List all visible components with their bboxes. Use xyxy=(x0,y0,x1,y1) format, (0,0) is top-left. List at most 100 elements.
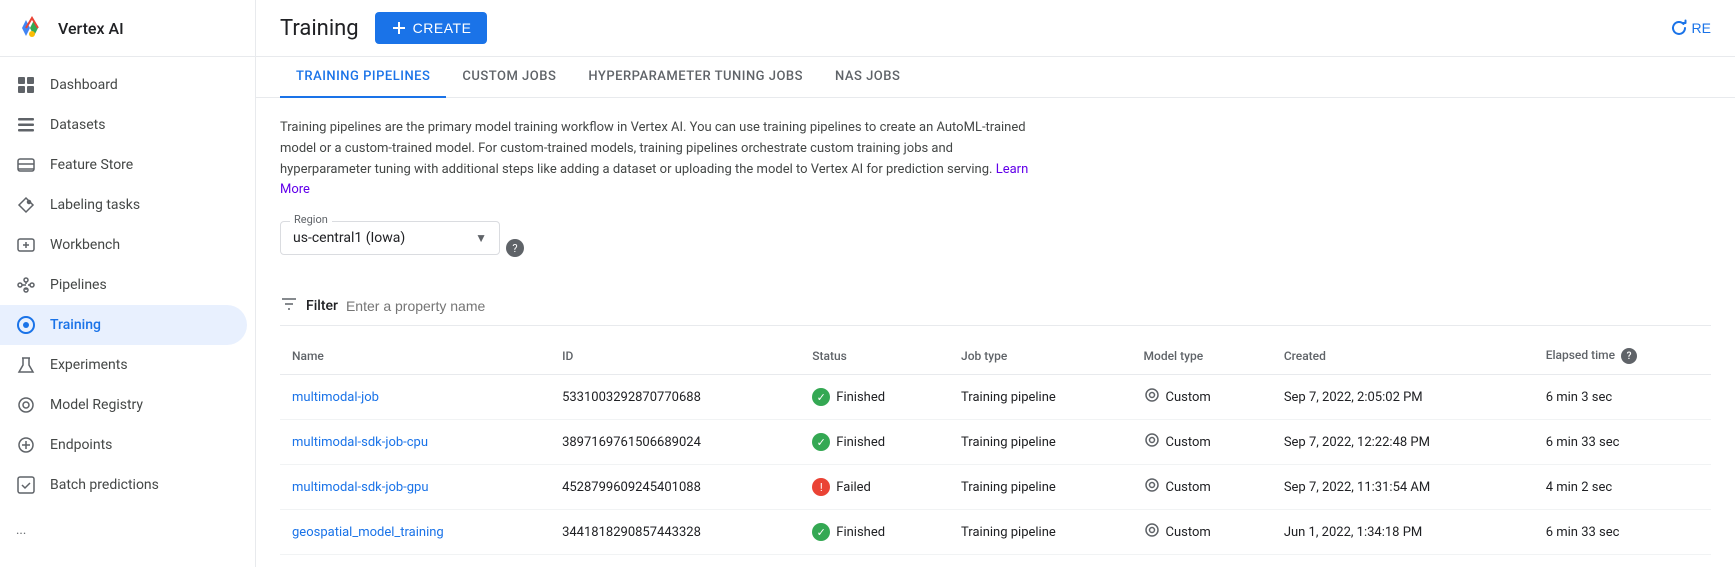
sidebar-item-label: Workbench xyxy=(50,237,120,253)
filter-label: Filter xyxy=(306,298,338,314)
table-row: multimodal-sdk-job-cpu 38971697615066890… xyxy=(280,420,1711,465)
datasets-icon xyxy=(16,115,36,135)
sidebar-item-label: Labeling tasks xyxy=(50,197,140,213)
cell-elapsed-time: 4 min 2 sec xyxy=(1534,465,1711,510)
filter-icon xyxy=(280,295,298,317)
elapsed-time-help-icon[interactable]: ? xyxy=(1621,348,1637,364)
region-selector[interactable]: Region us-central1 (Iowa) ▼ xyxy=(280,221,500,255)
cell-name: multimodal-sdk-job-cpu xyxy=(280,420,550,465)
model-type-label: Custom xyxy=(1166,480,1211,495)
cell-id: 5331003292870770688 xyxy=(550,375,800,420)
training-icon xyxy=(16,315,36,335)
col-id: ID xyxy=(550,338,800,375)
sidebar-item-endpoints[interactable]: Endpoints xyxy=(0,425,247,465)
cell-id: 4528799609245401088 xyxy=(550,465,800,510)
cell-status: ✓ Finished xyxy=(800,375,949,420)
region-select[interactable]: us-central1 (Iowa) ▼ xyxy=(280,221,500,255)
cell-name: climate_script_colab xyxy=(280,555,550,567)
training-table: Name ID Status Job type Model type Creat… xyxy=(280,338,1711,567)
sidebar-item-feature-store[interactable]: Feature Store xyxy=(0,145,247,185)
sidebar-item-workbench[interactable]: Workbench xyxy=(0,225,247,265)
table-row: geospatial_model_training 34418182908574… xyxy=(280,510,1711,555)
region-help-icon[interactable]: ? xyxy=(506,239,524,257)
refresh-button[interactable]: RE xyxy=(1670,19,1711,37)
table-row: multimodal-sdk-job-gpu 45287996092454010… xyxy=(280,465,1711,510)
sidebar-item-pipelines[interactable]: Pipelines xyxy=(0,265,247,305)
status-icon: ! xyxy=(812,478,830,496)
model-type-label: Custom xyxy=(1166,435,1211,450)
sidebar-item-label: Dashboard xyxy=(50,77,118,93)
experiments-icon xyxy=(16,355,36,375)
sidebar-item-label: Model Registry xyxy=(50,397,143,413)
sidebar-item-experiments[interactable]: Experiments xyxy=(0,345,247,385)
status-text: Finished xyxy=(836,435,885,450)
cell-job-type: Training pipeline xyxy=(949,510,1132,555)
vertex-ai-logo xyxy=(16,12,48,44)
tab-training-pipelines[interactable]: TRAINING PIPELINES xyxy=(280,57,446,98)
cell-name: multimodal-sdk-job-gpu xyxy=(280,465,550,510)
filter-row: Filter xyxy=(280,295,1711,326)
create-button[interactable]: CREATE xyxy=(375,12,488,44)
sidebar-item-label: Batch predictions xyxy=(50,477,159,493)
region-label: Region xyxy=(290,213,332,226)
cell-created: Sep 7, 2022, 12:22:48 PM xyxy=(1272,420,1534,465)
tab-custom-jobs[interactable]: CUSTOM JOBS xyxy=(446,57,572,98)
sidebar-item-label: Endpoints xyxy=(50,437,112,453)
cell-elapsed-time: 6 min 33 sec xyxy=(1534,420,1711,465)
cell-created: Sep 7, 2022, 11:31:54 AM xyxy=(1272,465,1534,510)
model-type-icon xyxy=(1144,477,1160,497)
model-type-icon xyxy=(1144,522,1160,542)
cell-job-type: Training pipeline xyxy=(949,555,1132,567)
col-created: Created xyxy=(1272,338,1534,375)
job-name-link[interactable]: multimodal-sdk-job-gpu xyxy=(292,480,429,495)
col-job-type: Job type xyxy=(949,338,1132,375)
description-text: Training pipelines are the primary model… xyxy=(280,118,1040,201)
sidebar-item-batch-predictions[interactable]: Batch predictions xyxy=(0,465,247,505)
page-title: Training xyxy=(280,16,359,41)
cell-id: 3897169761506689024 xyxy=(550,420,800,465)
col-status: Status xyxy=(800,338,949,375)
cell-status: ! Failed xyxy=(800,465,949,510)
content-area: Training pipelines are the primary model… xyxy=(256,98,1735,567)
job-name-link[interactable]: multimodal-job xyxy=(292,390,379,405)
sidebar-item-label: Datasets xyxy=(50,117,105,133)
cell-elapsed-time: 6 min 33 sec xyxy=(1534,555,1711,567)
model-type-label: Custom xyxy=(1166,390,1211,405)
status-text: Finished xyxy=(836,390,885,405)
cell-created: Jan 5, 2022, 10:07:53 PM xyxy=(1272,555,1534,567)
batch-predictions-icon xyxy=(16,475,36,495)
col-elapsed-time: Elapsed time ? xyxy=(1534,338,1711,375)
status-icon: ✓ xyxy=(812,433,830,451)
sidebar-item-label: Feature Store xyxy=(50,157,133,173)
main-header: Training CREATE RE xyxy=(256,0,1735,57)
cell-status: ✓ Finished xyxy=(800,420,949,465)
cell-elapsed-time: 6 min 3 sec xyxy=(1534,375,1711,420)
sidebar-item-dashboard[interactable]: Dashboard xyxy=(0,65,247,105)
sidebar-item-labeling-tasks[interactable]: Labeling tasks xyxy=(0,185,247,225)
cell-job-type: Training pipeline xyxy=(949,465,1132,510)
endpoints-icon xyxy=(16,435,36,455)
table-row: multimodal-job 5331003292870770688 ✓ Fin… xyxy=(280,375,1711,420)
sidebar-item-training[interactable]: Training xyxy=(0,305,247,345)
model-type-icon xyxy=(1144,432,1160,452)
cell-status: ✓ Finished xyxy=(800,555,949,567)
cell-job-type: Training pipeline xyxy=(949,420,1132,465)
labeling-icon xyxy=(16,195,36,215)
main-content: Training CREATE RE TRAINING PIPELINES CU… xyxy=(256,0,1735,567)
tab-nas-jobs[interactable]: NAS JOBS xyxy=(819,57,916,98)
cell-id: 6010991586144419840 xyxy=(550,555,800,567)
sidebar-more[interactable]: ... xyxy=(0,513,255,548)
region-row: Region us-central1 (Iowa) ▼ ? xyxy=(280,221,1711,275)
sidebar-item-datasets[interactable]: Datasets xyxy=(0,105,247,145)
cell-model-type: Custom xyxy=(1132,510,1272,555)
sidebar-item-model-registry[interactable]: Model Registry xyxy=(0,385,247,425)
feature-store-icon xyxy=(16,155,36,175)
cell-status: ✓ Finished xyxy=(800,510,949,555)
job-name-link[interactable]: multimodal-sdk-job-cpu xyxy=(292,435,428,450)
sidebar-header: Vertex AI xyxy=(0,0,255,57)
sidebar-item-label: Pipelines xyxy=(50,277,107,293)
filter-input[interactable] xyxy=(346,298,1711,314)
job-name-link[interactable]: geospatial_model_training xyxy=(292,525,444,540)
tab-hyperparameter-tuning-jobs[interactable]: HYPERPARAMETER TUNING JOBS xyxy=(572,57,819,98)
cell-model-type: Custom xyxy=(1132,555,1272,567)
